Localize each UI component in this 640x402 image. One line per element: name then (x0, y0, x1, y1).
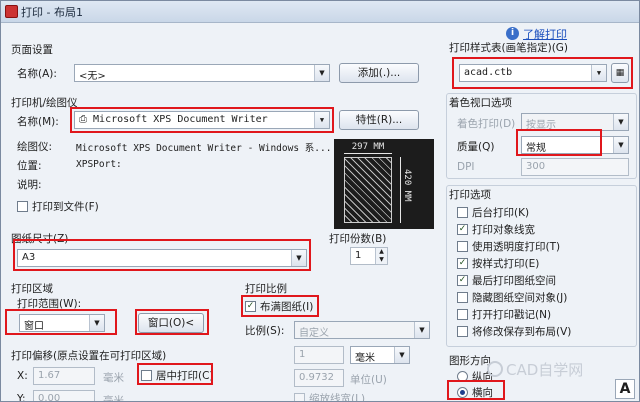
offset-y-unit: 毫米 (103, 395, 124, 402)
print-to-file-label: 打印到文件(F) (32, 201, 99, 213)
save-changes-to-layout-checkbox[interactable] (457, 326, 468, 337)
plotter-label: 绘图仪: (17, 141, 53, 153)
shade-plot-label: 着色打印(D) (457, 118, 516, 130)
paper-height-dimension: 420 MM (400, 157, 412, 223)
paper-height-label: 420 MM (402, 169, 412, 202)
scale-label: 比例(S): (245, 325, 285, 337)
save-changes-to-layout-label: 将修改保存到布局(V) (472, 326, 572, 338)
plot-lineweights-label: 打印对象线宽 (472, 224, 535, 236)
plot-with-styles-checkbox[interactable]: ✓ (457, 258, 468, 269)
offset-y-label: Y: (17, 393, 26, 402)
print-to-file-checkbox[interactable] (17, 201, 28, 212)
plot-stamp-label: 打开打印戳记(N) (472, 309, 552, 321)
plot-options-section-title: 打印选项 (449, 189, 491, 201)
dpi-input[interactable]: 300 (521, 158, 629, 176)
scale-value1-input[interactable]: 1 (294, 346, 344, 364)
scale-lineweights-label: 缩放线宽(L) (309, 393, 366, 402)
highlight-quality (516, 129, 602, 156)
highlight-plot-range (5, 309, 117, 335)
paper-width-dimension: 297 MM (344, 142, 392, 154)
description-label: 说明: (17, 179, 42, 191)
where-label: 位置: (17, 160, 42, 172)
chevron-down-icon: ▼ (414, 322, 429, 338)
highlight-fit-to-paper (241, 295, 319, 317)
quality-label: 质量(Q) (457, 141, 495, 153)
drawing-orientation-section-title: 图形方向 (449, 355, 491, 367)
scale-unit-value: 毫米 (355, 353, 375, 364)
page-setup-name-select[interactable]: <无> ▼ (74, 64, 330, 82)
scale-value: 自定义 (299, 328, 329, 339)
scale-unit2-label: 单位(U) (350, 374, 387, 386)
scale-unit-select[interactable]: 毫米 ▼ (350, 346, 410, 364)
plotter-value: Microsoft XPS Document Writer - Windows … (76, 143, 332, 154)
autocad-app-icon (5, 5, 18, 18)
copies-value: 1 (355, 250, 362, 261)
highlight-center-plot (137, 363, 213, 385)
copies-input[interactable]: 1 ▲ ▼ (350, 247, 388, 265)
plot-scale-section-title: 打印比例 (245, 283, 287, 295)
highlight-landscape (447, 380, 505, 400)
watermark-text: CAD自学网 (506, 361, 584, 379)
scale-lineweights-checkbox[interactable] (294, 393, 305, 401)
paper-preview: 297 MM 420 MM (334, 139, 434, 229)
printer-properties-button[interactable]: 特性(R)... (339, 110, 419, 130)
chevron-down-icon: ▼ (613, 114, 628, 130)
orientation-preview-icon: A (615, 379, 635, 399)
plot-stamp-checkbox[interactable] (457, 309, 468, 320)
where-value: XPSPort: (76, 159, 122, 170)
add-page-setup-button[interactable]: 添加(.)... (339, 63, 419, 83)
plot-paperspace-last-label: 最后打印图纸空间 (472, 275, 556, 287)
page-setup-name-value: <无> (79, 71, 106, 82)
plot-paperspace-last-checkbox[interactable]: ✓ (457, 275, 468, 286)
hide-paperspace-objects-checkbox[interactable] (457, 292, 468, 303)
shaded-viewport-section-title: 着色视口选项 (449, 97, 512, 109)
highlight-printer-name (70, 107, 334, 133)
info-icon: i (506, 27, 519, 40)
offset-x-input[interactable]: 1.67 (33, 367, 95, 385)
offset-x-label: X: (17, 370, 28, 382)
copies-section-title: 打印份数(B) (329, 233, 387, 245)
page-setup-section-title: 页面设置 (11, 44, 53, 56)
highlight-paper-size (13, 239, 311, 271)
copies-spinner[interactable]: ▲ ▼ (375, 248, 387, 264)
plot-style-table-section-title: 打印样式表(画笔指定)(G) (449, 42, 569, 54)
offset-y-input[interactable]: 0.00 (33, 390, 95, 401)
background-plot-label: 后台打印(K) (472, 207, 530, 219)
printer-name-label: 名称(M): (17, 116, 59, 128)
scale-select[interactable]: 自定义 ▼ (294, 321, 430, 339)
plot-offset-section-title: 打印偏移(原点设置在可打印区域) (11, 350, 167, 362)
plot-with-styles-label: 按样式打印(E) (472, 258, 540, 270)
title-bar: 打印 - 布局1 (1, 1, 639, 23)
printer-section-title: 打印机/绘图仪 (11, 97, 78, 109)
chevron-down-icon: ▼ (314, 65, 329, 81)
background-plot-checkbox[interactable] (457, 207, 468, 218)
paper-sheet-hatch (344, 157, 392, 223)
highlight-window-button (135, 309, 209, 335)
plot-lineweights-checkbox[interactable]: ✓ (457, 224, 468, 235)
highlight-plot-style-table (452, 57, 633, 89)
plot-transparency-checkbox[interactable] (457, 241, 468, 252)
page-setup-name-label: 名称(A): (17, 68, 57, 80)
hide-paperspace-objects-label: 隐藏图纸空间对象(J) (472, 292, 568, 304)
offset-x-unit: 毫米 (103, 372, 124, 384)
plot-transparency-label: 使用透明度打印(T) (472, 241, 561, 253)
chevron-down-icon: ▼ (394, 347, 409, 363)
chat-logo-icon (487, 361, 503, 377)
dpi-label: DPI (457, 161, 475, 173)
print-dialog: 打印 - 布局1 i 了解打印 页面设置 名称(A): <无> ▼ 添加(.).… (0, 0, 640, 402)
chevron-down-icon: ▼ (613, 137, 628, 153)
scale-value2-input[interactable]: 0.9732 (294, 369, 344, 387)
plot-area-section-title: 打印区域 (11, 283, 53, 295)
window-title: 打印 - 布局1 (21, 6, 83, 19)
